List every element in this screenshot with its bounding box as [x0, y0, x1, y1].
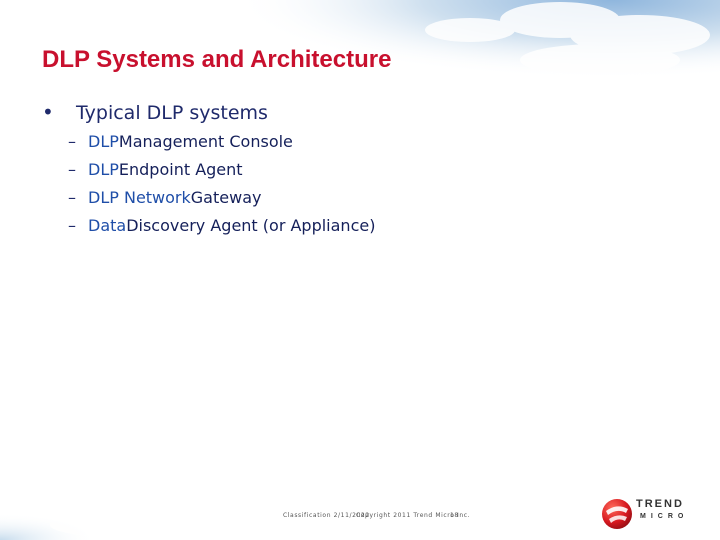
sub-item-prefix: Data	[88, 216, 127, 235]
sub-item-prefix: DLP	[88, 132, 119, 151]
sub-item-label: Management Console	[118, 132, 293, 151]
sub-item-label: Discovery Agent (or Appliance)	[126, 216, 376, 235]
slide-title: DLP Systems and Architecture	[42, 46, 392, 73]
logo-wordmark-micro: MICRO	[640, 513, 689, 520]
sub-item-management-console: – DLP Management Console	[68, 132, 375, 160]
dash-symbol: –	[68, 160, 76, 179]
trend-micro-logo: TREND MICRO	[600, 495, 710, 535]
logo-ball-icon	[602, 499, 632, 529]
dash-symbol: –	[68, 216, 76, 235]
bullet-text: Typical DLP systems	[76, 102, 268, 124]
cloud-background	[0, 0, 720, 540]
footer-page-number: 18	[450, 512, 459, 519]
sub-item-network-gateway: – DLP Network Gateway	[68, 188, 375, 216]
sub-list: – DLP Management Console – DLP Endpoint …	[68, 132, 375, 244]
sub-item-label: Gateway	[190, 188, 262, 207]
dash-symbol: –	[68, 188, 76, 207]
logo-wordmark-trend: TREND	[636, 498, 684, 510]
sub-item-discovery-agent: – Data Discovery Agent (or Appliance)	[68, 216, 375, 244]
sub-item-prefix: DLP	[88, 160, 119, 179]
slide-content: • Typical DLP systems – DLP Management C…	[42, 100, 375, 244]
sub-item-label: Endpoint Agent	[118, 160, 243, 179]
sub-item-prefix: DLP Network	[88, 188, 191, 207]
dash-symbol: –	[68, 132, 76, 151]
bullet-symbol: •	[42, 100, 54, 124]
sub-item-endpoint-agent: – DLP Endpoint Agent	[68, 160, 375, 188]
bullet-item: • Typical DLP systems	[42, 100, 375, 130]
